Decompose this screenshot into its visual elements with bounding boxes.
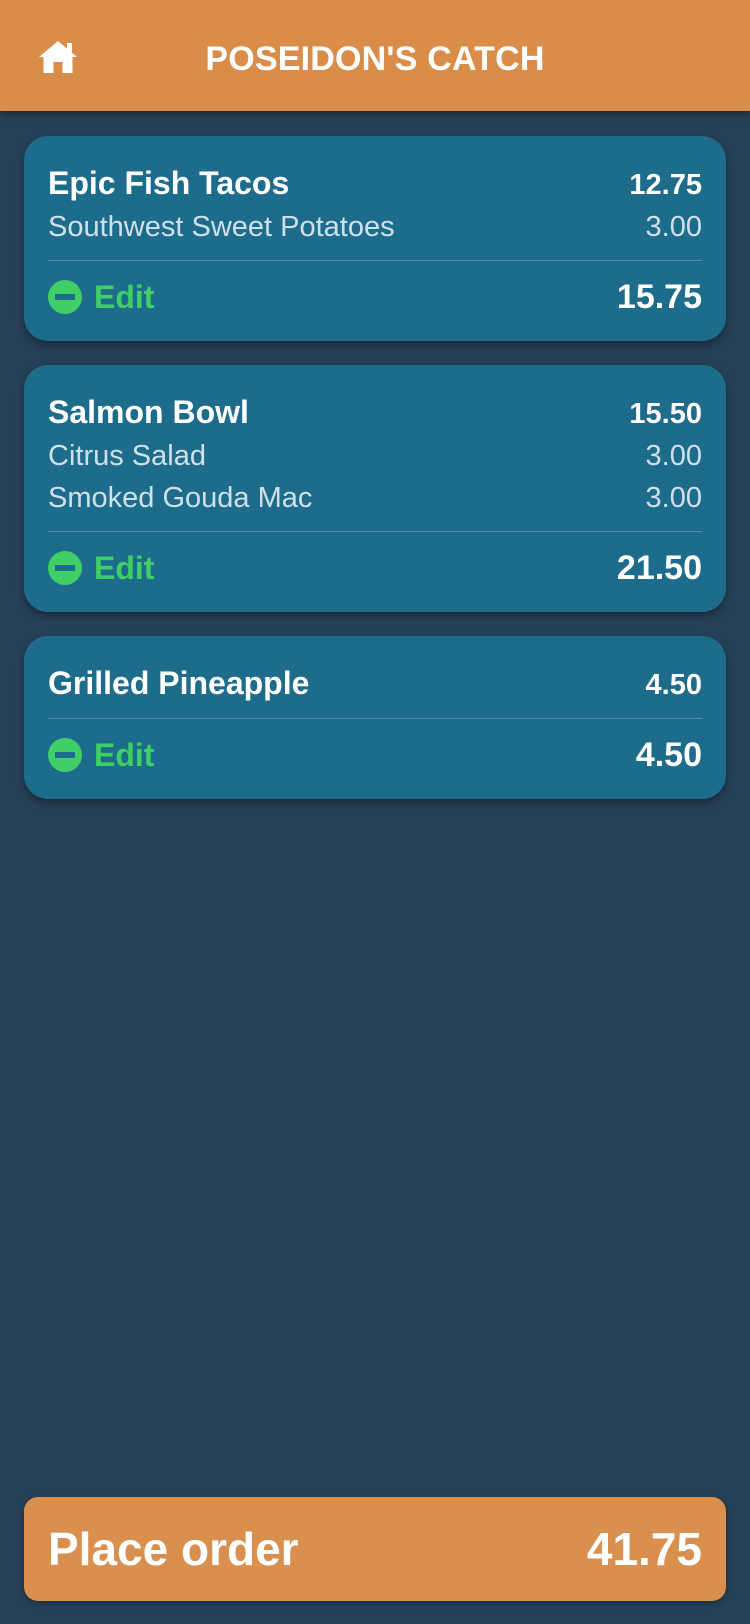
page-title: POSEIDON'S CATCH xyxy=(205,40,545,78)
item-total: 15.75 xyxy=(616,277,702,316)
edit-button[interactable]: Edit xyxy=(48,279,154,316)
app-header: POSEIDON'S CATCH xyxy=(0,0,750,111)
item-total: 4.50 xyxy=(635,735,702,774)
item-row: Salmon Bowl 15.50 xyxy=(48,393,702,433)
cart-item-card: Grilled Pineapple 4.50 Edit 4.50 xyxy=(24,636,726,799)
addon-price: 3.00 xyxy=(645,440,702,472)
addon-row: Citrus Salad 3.00 xyxy=(48,437,702,475)
addon-row: Southwest Sweet Potatoes 3.00 xyxy=(48,208,702,246)
edit-button[interactable]: Edit xyxy=(48,550,154,587)
remove-circle-icon xyxy=(48,551,82,585)
place-order-button[interactable]: Place order 41.75 xyxy=(24,1497,726,1601)
item-footer: Edit 15.75 xyxy=(48,277,702,317)
edit-label: Edit xyxy=(94,278,155,315)
item-row: Epic Fish Tacos 12.75 xyxy=(48,164,702,204)
item-row: Grilled Pineapple 4.50 xyxy=(48,664,702,704)
item-name: Grilled Pineapple xyxy=(48,665,310,701)
addon-price: 3.00 xyxy=(645,211,702,243)
order-total: 41.75 xyxy=(586,1523,702,1575)
remove-circle-icon xyxy=(48,738,82,772)
cart-item-card: Salmon Bowl 15.50 Citrus Salad 3.00 Smok… xyxy=(24,365,726,612)
edit-button[interactable]: Edit xyxy=(48,737,154,774)
addon-price: 3.00 xyxy=(645,482,702,514)
addon-name: Citrus Salad xyxy=(48,440,206,472)
cart-item-list: Epic Fish Tacos 12.75 Southwest Sweet Po… xyxy=(24,136,726,823)
item-price: 12.75 xyxy=(629,169,702,201)
item-price: 4.50 xyxy=(645,669,702,701)
remove-circle-icon xyxy=(48,280,82,314)
addon-name: Smoked Gouda Mac xyxy=(48,482,313,514)
item-name: Epic Fish Tacos xyxy=(48,165,290,201)
item-price: 15.50 xyxy=(629,398,702,430)
addon-name: Southwest Sweet Potatoes xyxy=(48,211,395,243)
item-footer: Edit 4.50 xyxy=(48,735,702,775)
edit-label: Edit xyxy=(94,736,155,773)
cart-item-card: Epic Fish Tacos 12.75 Southwest Sweet Po… xyxy=(24,136,726,341)
item-total: 21.50 xyxy=(616,548,702,587)
item-footer: Edit 21.50 xyxy=(48,548,702,588)
edit-label: Edit xyxy=(94,549,155,586)
item-name: Salmon Bowl xyxy=(48,394,249,430)
divider xyxy=(48,718,702,719)
addon-row: Smoked Gouda Mac 3.00 xyxy=(48,479,702,517)
place-order-label: Place order xyxy=(48,1523,299,1575)
divider xyxy=(48,531,702,532)
divider xyxy=(48,260,702,261)
